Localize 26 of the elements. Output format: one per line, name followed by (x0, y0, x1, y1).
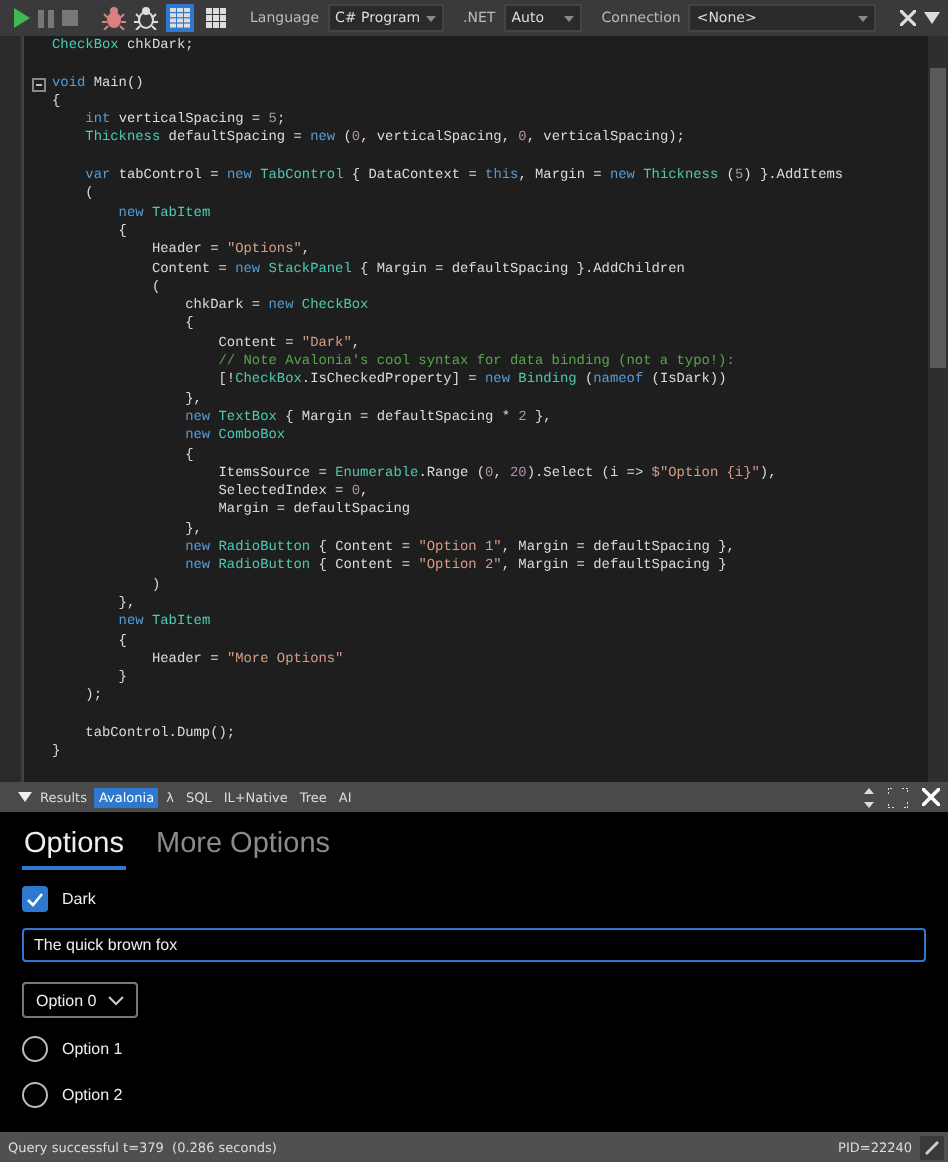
radio-button[interactable] (22, 1036, 48, 1062)
run-icon[interactable] (12, 8, 30, 28)
collapse-icon[interactable] (32, 77, 46, 92)
radio-button[interactable] (22, 1082, 48, 1108)
checkbox[interactable] (22, 886, 48, 912)
scrollbar-thumb[interactable] (930, 68, 946, 368)
radio-label: Option 2 (62, 1086, 123, 1104)
dropdown-icon[interactable] (924, 12, 940, 24)
edit-button[interactable] (920, 1135, 944, 1159)
radio-label: Option 1 (62, 1040, 123, 1058)
tab[interactable]: Options (22, 824, 126, 870)
bug-icon[interactable] (102, 6, 126, 30)
dropdown-icon[interactable] (426, 15, 437, 21)
resize-icon[interactable] (864, 787, 874, 807)
tab[interactable]: More Options (153, 824, 333, 870)
grid-view-button[interactable] (202, 4, 230, 32)
close-icon[interactable] (900, 10, 916, 26)
bug-icon[interactable] (134, 6, 158, 30)
collapse-icon[interactable] (18, 792, 32, 802)
dropdown-icon[interactable] (563, 15, 574, 21)
pause-icon[interactable] (38, 9, 54, 27)
dropdown-icon[interactable] (858, 15, 868, 21)
text-field[interactable]: The quick brown fox (22, 928, 926, 962)
checkbox-label: Dark (62, 890, 96, 908)
combo-box[interactable]: Option 0 (22, 982, 139, 1018)
expand-icon[interactable] (888, 787, 908, 807)
